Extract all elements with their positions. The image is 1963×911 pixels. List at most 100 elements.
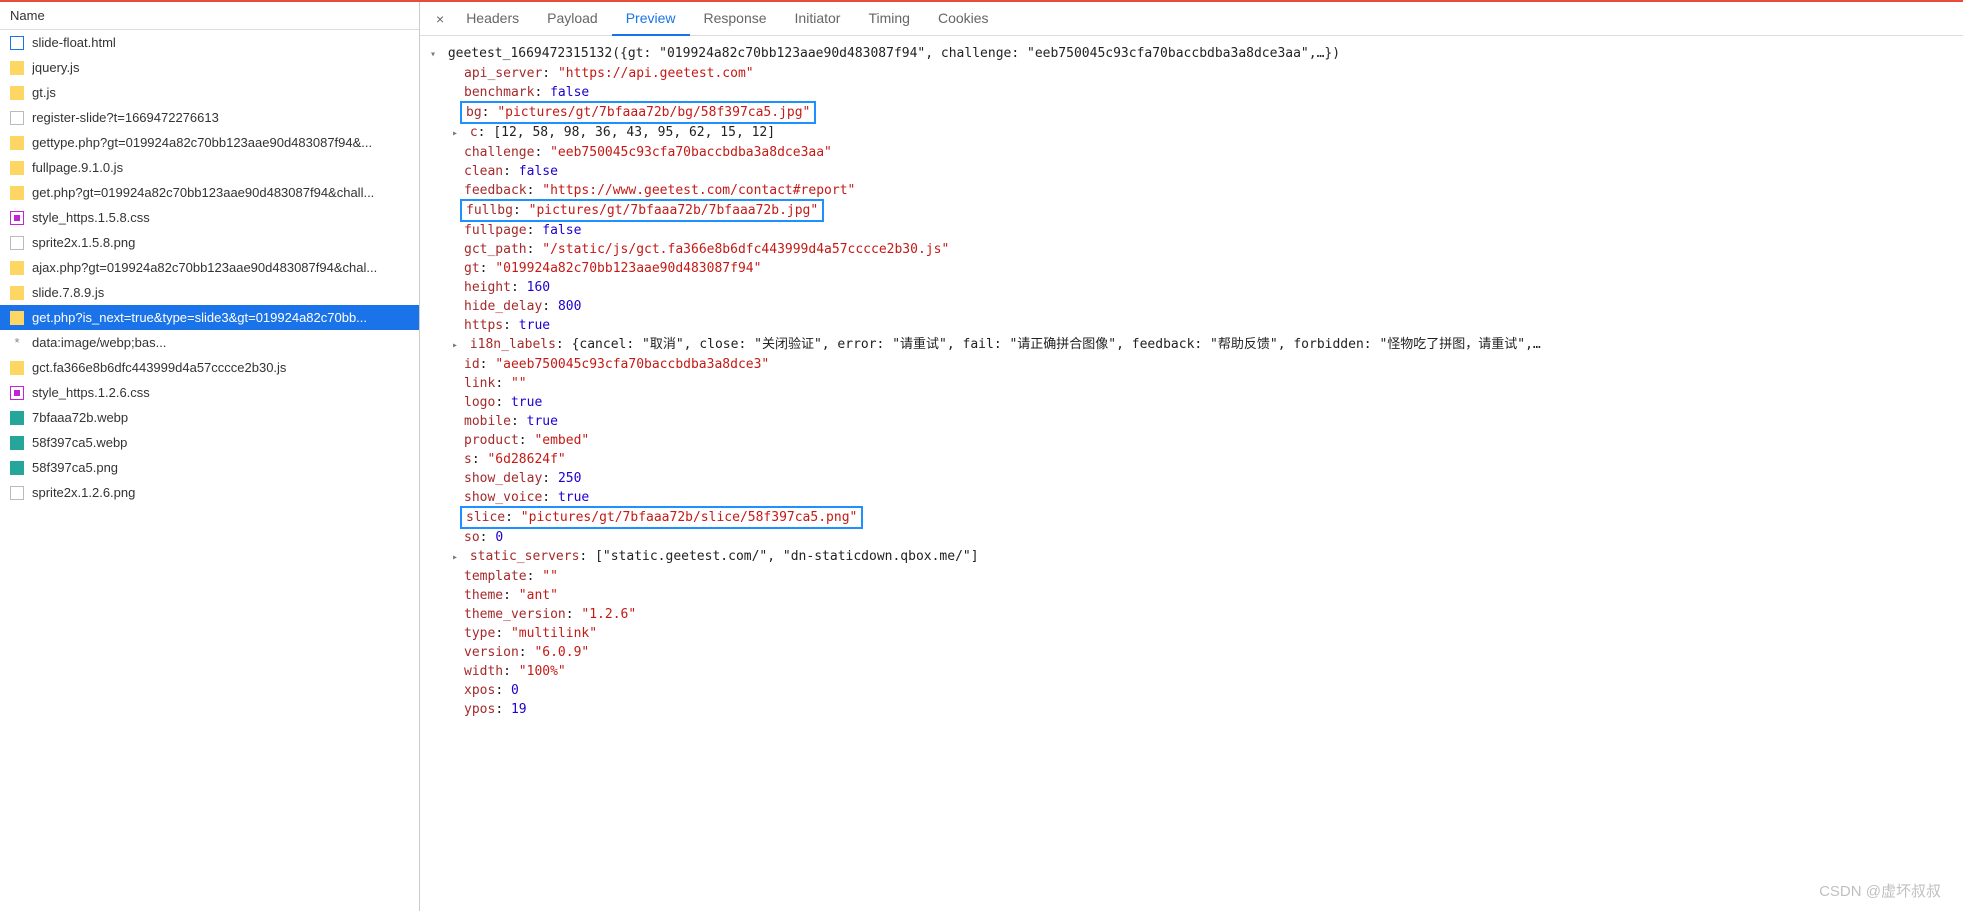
request-name: sprite2x.1.5.8.png	[32, 235, 135, 250]
json-value: "1.2.6"	[581, 607, 636, 622]
json-property-row[interactable]: fullpage: false	[430, 221, 1953, 240]
json-key: id	[464, 357, 480, 372]
json-property-row[interactable]: so: 0	[430, 528, 1953, 547]
request-row[interactable]: slide-float.html	[0, 30, 419, 55]
json-property-row[interactable]: s: "6d28624f"	[430, 450, 1953, 469]
request-name: style_https.1.2.6.css	[32, 385, 150, 400]
json-key: product	[464, 433, 519, 448]
json-property-row[interactable]: show_voice: true	[430, 488, 1953, 507]
name-column-header[interactable]: Name	[0, 2, 419, 30]
request-row[interactable]: jquery.js	[0, 55, 419, 80]
tab-headers[interactable]: Headers	[452, 2, 533, 35]
request-row[interactable]: ajax.php?gt=019924a82c70bb123aae90d48308…	[0, 255, 419, 280]
json-property-row[interactable]: product: "embed"	[430, 431, 1953, 450]
json-property-row[interactable]: link: ""	[430, 374, 1953, 393]
json-property-row[interactable]: id: "aeeb750045c93cfa70baccbdba3a8dce3"	[430, 355, 1953, 374]
tab-payload[interactable]: Payload	[533, 2, 612, 35]
data-file-icon	[10, 336, 24, 350]
expand-arrow-icon[interactable]	[452, 335, 462, 355]
json-property-row[interactable]: challenge: "eeb750045c93cfa70baccbdba3a8…	[430, 143, 1953, 162]
json-property-row[interactable]: theme: "ant"	[430, 586, 1953, 605]
html-file-icon	[10, 36, 24, 50]
request-row[interactable]: data:image/webp;bas...	[0, 330, 419, 355]
request-row[interactable]: get.php?gt=019924a82c70bb123aae90d483087…	[0, 180, 419, 205]
request-row[interactable]: slide.7.8.9.js	[0, 280, 419, 305]
preview-content[interactable]: geetest_1669472315132({gt: "019924a82c70…	[420, 36, 1963, 911]
json-value: 0	[511, 683, 519, 698]
callback-name: geetest_1669472315132(	[448, 46, 620, 61]
json-property-row[interactable]: i18n_labels: {cancel: "取消", close: "关闭验证…	[430, 335, 1953, 355]
json-property-row[interactable]: clean: false	[430, 162, 1953, 181]
json-property-row[interactable]: theme_version: "1.2.6"	[430, 605, 1953, 624]
request-list[interactable]: slide-float.html jquery.js gt.jsregister-s…	[0, 30, 419, 505]
tab-response[interactable]: Response	[690, 2, 781, 35]
json-property-row[interactable]: width: "100%"	[430, 662, 1953, 681]
request-row[interactable]: style_https.1.2.6.css	[0, 380, 419, 405]
json-property-row[interactable]: https: true	[430, 316, 1953, 335]
json-property-row[interactable]: benchmark: false	[430, 83, 1953, 102]
json-property-row[interactable]: slice: "pictures/gt/7bfaaa72b/slice/58f3…	[430, 507, 1953, 528]
request-row[interactable]: gct.fa366e8b6dfc443999d4a57cccce2b30.js	[0, 355, 419, 380]
json-value: [12, 58, 98, 36, 43, 95, 62, 15, 12]	[493, 125, 775, 140]
json-property-row[interactable]: type: "multilink"	[430, 624, 1953, 643]
request-row[interactable]: gettype.php?gt=019924a82c70bb123aae90d48…	[0, 130, 419, 155]
json-property-row[interactable]: feedback: "https://www.geetest.com/conta…	[430, 181, 1953, 200]
json-property-row[interactable]: template: ""	[430, 567, 1953, 586]
json-property-row[interactable]: ypos: 19	[430, 700, 1953, 719]
request-row[interactable]: fullpage.9.1.0.js	[0, 155, 419, 180]
request-row[interactable]: gt.js	[0, 80, 419, 105]
request-name: slide-float.html	[32, 35, 116, 50]
json-property-row[interactable]: height: 160	[430, 278, 1953, 297]
json-value: "6.0.9"	[534, 645, 589, 660]
json-key: theme_version	[464, 607, 566, 622]
json-property-row[interactable]: gct_path: "/static/js/gct.fa366e8b6dfc44…	[430, 240, 1953, 259]
json-value: "pictures/gt/7bfaaa72b/7bfaaa72b.jpg"	[529, 203, 819, 218]
js-file-icon	[10, 86, 24, 100]
network-requests-panel: Name slide-float.html jquery.js gt.jsregis…	[0, 2, 420, 911]
json-value: true	[527, 414, 558, 429]
json-property-row[interactable]: xpos: 0	[430, 681, 1953, 700]
request-row[interactable]: 58f397ca5.png	[0, 455, 419, 480]
json-property-row[interactable]: show_delay: 250	[430, 469, 1953, 488]
json-property-row[interactable]: fullbg: "pictures/gt/7bfaaa72b/7bfaaa72b…	[430, 200, 1953, 221]
json-property-row[interactable]: api_server: "https://api.geetest.com"	[430, 64, 1953, 83]
request-row[interactable]: 7bfaaa72b.webp	[0, 405, 419, 430]
expand-arrow-icon[interactable]	[452, 547, 462, 567]
request-row[interactable]: sprite2x.1.2.6.png	[0, 480, 419, 505]
tab-cookies[interactable]: Cookies	[924, 2, 1003, 35]
close-icon[interactable]: ×	[428, 11, 452, 27]
request-row[interactable]: 58f397ca5.webp	[0, 430, 419, 455]
request-row[interactable]: register-slide?t=1669472276613	[0, 105, 419, 130]
request-row[interactable]: sprite2x.1.5.8.png	[0, 230, 419, 255]
devtools-container: Name slide-float.html jquery.js gt.jsregis…	[0, 0, 1963, 911]
json-property-row[interactable]: geetest_1669472315132({gt: "019924a82c70…	[430, 44, 1953, 64]
tab-initiator[interactable]: Initiator	[781, 2, 855, 35]
js-file-icon	[10, 161, 24, 175]
json-property-row[interactable]: hide_delay: 800	[430, 297, 1953, 316]
request-name: jquery.js	[32, 60, 79, 75]
highlighted-property: bg: "pictures/gt/7bfaaa72b/bg/58f397ca5.…	[460, 101, 816, 124]
json-key: clean	[464, 164, 503, 179]
tab-preview[interactable]: Preview	[612, 2, 690, 36]
json-key: show_voice	[464, 490, 542, 505]
json-property-row[interactable]: mobile: true	[430, 412, 1953, 431]
json-property-row[interactable]: bg: "pictures/gt/7bfaaa72b/bg/58f397ca5.…	[430, 102, 1953, 123]
json-value: ""	[542, 569, 558, 584]
request-name: style_https.1.5.8.css	[32, 210, 150, 225]
blank-file-icon	[10, 236, 24, 250]
json-value: "pictures/gt/7bfaaa72b/slice/58f397ca5.p…	[521, 510, 858, 525]
request-row[interactable]: get.php?is_next=true&type=slide3&gt=0199…	[0, 305, 419, 330]
json-value: "multilink"	[511, 626, 597, 641]
tab-timing[interactable]: Timing	[854, 2, 924, 35]
request-row[interactable]: style_https.1.5.8.css	[0, 205, 419, 230]
json-key: hide_delay	[464, 299, 542, 314]
json-key: feedback	[464, 183, 527, 198]
json-property-row[interactable]: gt: "019924a82c70bb123aae90d483087f94"	[430, 259, 1953, 278]
expand-arrow-icon[interactable]	[430, 44, 440, 64]
json-property-row[interactable]: version: "6.0.9"	[430, 643, 1953, 662]
json-property-row[interactable]: c: [12, 58, 98, 36, 43, 95, 62, 15, 12]	[430, 123, 1953, 143]
json-property-row[interactable]: static_servers: ["static.geetest.com/", …	[430, 547, 1953, 567]
json-value: "eeb750045c93cfa70baccbdba3a8dce3aa"	[550, 145, 832, 160]
json-property-row[interactable]: logo: true	[430, 393, 1953, 412]
expand-arrow-icon[interactable]	[452, 123, 462, 143]
